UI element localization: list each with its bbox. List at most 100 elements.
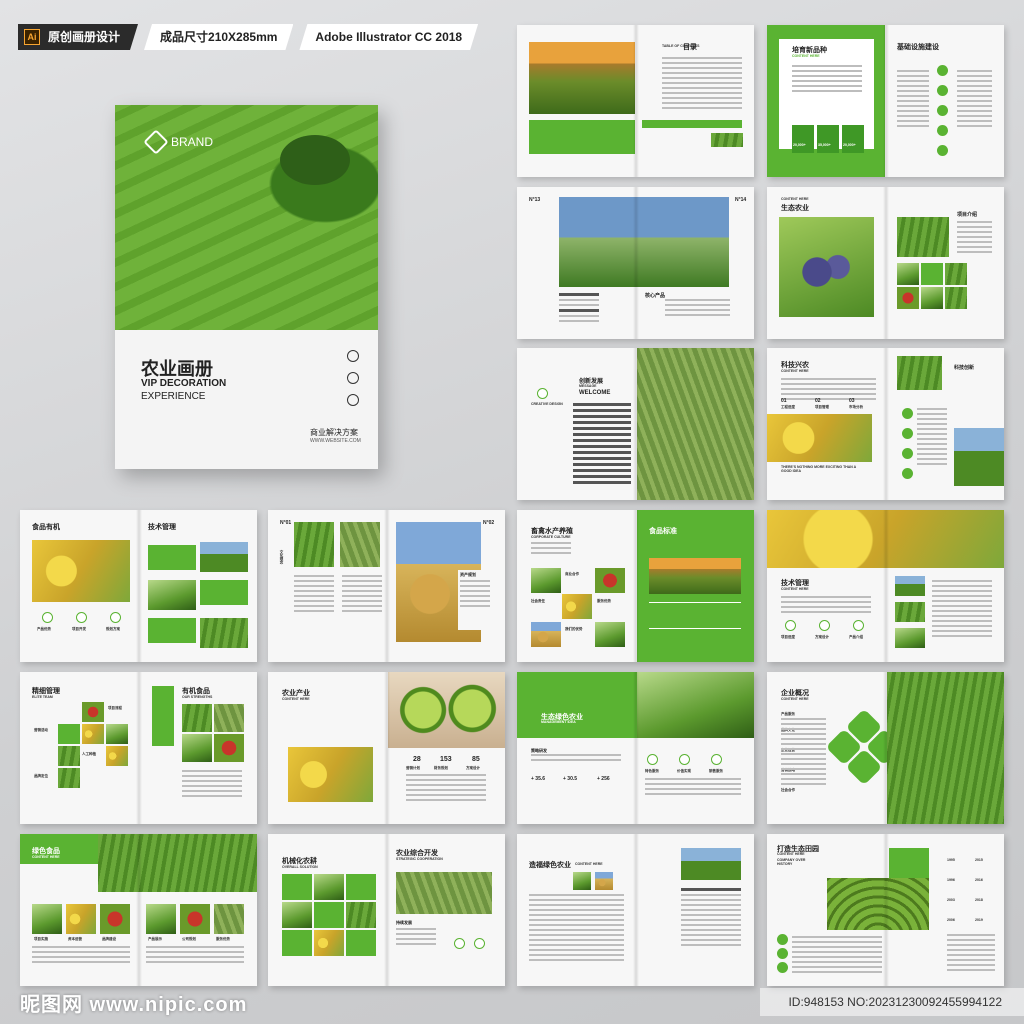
step-icon bbox=[937, 105, 948, 116]
caption-3: 人工种植 bbox=[82, 752, 96, 756]
spread-culture: N°01 N°02 文化理念 资产规划 bbox=[268, 510, 505, 662]
caption-5: 社会合作 bbox=[781, 788, 795, 792]
page-subtitle: CONTENT HERE bbox=[781, 197, 809, 201]
num-3: 03 bbox=[849, 398, 855, 404]
page-subtitle: ELITE TEAM bbox=[32, 695, 53, 699]
icon bbox=[785, 620, 796, 631]
circle-icon bbox=[347, 372, 359, 384]
photo bbox=[529, 42, 635, 114]
page-subtitle: CONTENT HERE bbox=[792, 54, 820, 58]
text-lines bbox=[529, 894, 624, 964]
year-7: 2018 bbox=[975, 898, 983, 902]
caption-3: 品牌建设 bbox=[102, 937, 116, 941]
toc-lines bbox=[662, 57, 742, 112]
spread-green-agri: 生态绿色农业 MANAGEMENT IDEA 策略研发 + 35.6 + 30.… bbox=[517, 672, 754, 824]
header-tags: Ai 原创画册设计 成品尺寸210X285mm Adobe Illustrato… bbox=[18, 24, 478, 50]
photo bbox=[314, 874, 344, 900]
green-block bbox=[282, 930, 312, 956]
cover-subtitle-line1: VIP DECORATION bbox=[141, 378, 227, 389]
icon bbox=[679, 754, 690, 765]
photo bbox=[346, 902, 376, 928]
cover-bottom-title: 商业解决方案 bbox=[310, 428, 358, 437]
photo bbox=[921, 287, 943, 309]
page-title-2: 基础设施建设 bbox=[897, 44, 939, 51]
year-6: 2016 bbox=[975, 878, 983, 882]
bullet-icon bbox=[902, 408, 913, 419]
spread-products: N°13 N°14 核心产品 bbox=[517, 187, 754, 339]
text-lines bbox=[573, 403, 631, 487]
green-block bbox=[517, 672, 637, 738]
step-icon bbox=[777, 962, 788, 973]
text-lines bbox=[781, 378, 876, 403]
num-1: 01 bbox=[781, 398, 787, 404]
caption-4: 品牌定位 bbox=[34, 774, 48, 778]
year-8: 2019 bbox=[975, 918, 983, 922]
text-lines bbox=[792, 65, 862, 95]
photo bbox=[649, 558, 741, 594]
caption-2: 营销活动 bbox=[34, 728, 48, 732]
bullet-icon bbox=[902, 468, 913, 479]
page-subtitle: CONTENT HERE bbox=[781, 697, 809, 701]
caption-1: 营销计划 bbox=[406, 766, 420, 770]
text-lines bbox=[957, 221, 992, 256]
photo bbox=[827, 878, 929, 930]
page-subtitle-2: OUR STRENGTHS bbox=[182, 695, 213, 699]
page-title: 食品有机 bbox=[32, 524, 60, 531]
timeline bbox=[649, 628, 741, 629]
photo bbox=[182, 704, 212, 732]
text-lines bbox=[897, 70, 929, 130]
logo-text: CREATIVE DESIGN bbox=[531, 402, 563, 406]
photo bbox=[711, 133, 743, 147]
page-subtitle: CONTENT HERE bbox=[777, 852, 805, 856]
caption-4: 销售服务 bbox=[709, 769, 723, 773]
stat-1: 28 bbox=[413, 756, 421, 763]
icon bbox=[76, 612, 87, 623]
green-block bbox=[529, 120, 635, 154]
tag-software: Adobe Illustrator CC 2018 bbox=[299, 24, 478, 50]
photo bbox=[148, 580, 196, 610]
circle-icon bbox=[347, 394, 359, 406]
spread-mechanized: 机械化农耕 OVERALL SOLUTION 农业综合开发 STRATEGIC … bbox=[268, 834, 505, 986]
icon bbox=[819, 620, 830, 631]
green-block bbox=[148, 618, 196, 643]
step-icon bbox=[777, 948, 788, 959]
page-number-right: N°14 bbox=[735, 197, 747, 203]
photo bbox=[595, 872, 613, 890]
text-lines bbox=[645, 778, 741, 798]
brand-text: BRAND bbox=[171, 135, 214, 149]
stat-2: 153 bbox=[440, 756, 452, 763]
green-block bbox=[314, 902, 344, 928]
section-label: 项目介绍 bbox=[957, 212, 978, 218]
stat-2: + 30.5 bbox=[563, 776, 578, 782]
photo bbox=[595, 568, 625, 593]
photo bbox=[200, 542, 248, 572]
photo bbox=[396, 872, 492, 914]
caption-1: 项目进度 bbox=[781, 635, 795, 639]
stat-2: 35,000+ bbox=[818, 143, 831, 147]
green-block bbox=[282, 874, 312, 900]
caption-2: 资本运营 bbox=[68, 937, 82, 941]
page-number-right: N°02 bbox=[483, 520, 495, 526]
page-subtitle: CONTENT HERE bbox=[781, 587, 809, 591]
caption-5: 公司规划 bbox=[182, 937, 196, 941]
text-lines bbox=[559, 293, 599, 325]
text-lines bbox=[406, 774, 486, 804]
section-label: 持续发展 bbox=[396, 920, 412, 925]
text-lines bbox=[32, 946, 130, 966]
caption-3: 价值实现 bbox=[677, 769, 691, 773]
spread-organic: 食品有机 产品优势 项目开发 规划方案 技术管理 bbox=[20, 510, 257, 662]
photo bbox=[100, 904, 130, 934]
stat-3: 20,000+ bbox=[843, 143, 856, 147]
step-icon bbox=[937, 125, 948, 136]
caption-3: 方案设计 bbox=[466, 766, 480, 770]
year-2: 1996 bbox=[947, 878, 955, 882]
green-block bbox=[346, 874, 376, 900]
photo bbox=[82, 724, 104, 744]
photo bbox=[58, 768, 80, 788]
icon bbox=[711, 754, 722, 765]
photo bbox=[66, 904, 96, 934]
green-block bbox=[152, 686, 174, 746]
photo bbox=[779, 217, 874, 317]
text-lines bbox=[342, 575, 382, 615]
hexagon-icon bbox=[143, 129, 169, 155]
